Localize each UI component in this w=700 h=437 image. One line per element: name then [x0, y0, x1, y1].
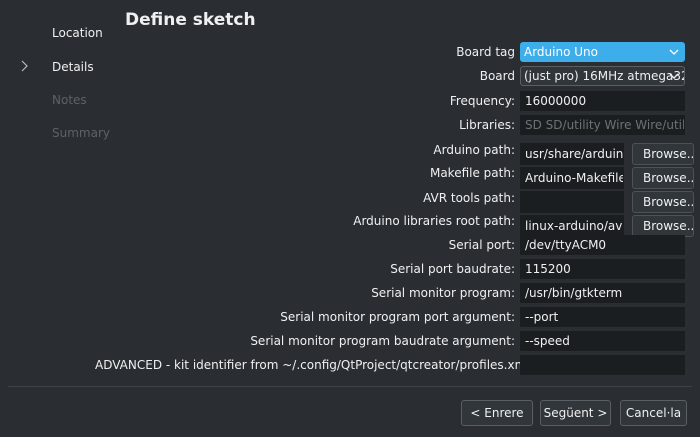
board-label: Board [479, 69, 515, 83]
arduino-libraries-root-path-input[interactable]: linux-arduino/avr [520, 215, 624, 237]
kit-identifier-input[interactable] [520, 355, 685, 375]
libraries-label: Libraries: [459, 118, 515, 132]
libraries-input[interactable]: SD SD/utility Wire Wire/utility [520, 115, 685, 135]
serial-monitor-baudrate-argument-label: Serial monitor program baudrate argument… [250, 334, 515, 348]
next-button[interactable]: Següent > [540, 400, 611, 426]
makefile-path-input[interactable]: Arduino-Makefile [520, 167, 624, 189]
page-title: Define sketch [125, 10, 256, 30]
serial-monitor-baudrate-argument-input[interactable]: --speed [520, 331, 685, 351]
arduino-path-label: Arduino path: [433, 143, 515, 157]
board-tag-select[interactable]: Arduino Uno [520, 42, 685, 62]
frequency-label: Frequency: [449, 94, 515, 108]
footer-divider [8, 386, 692, 387]
serial-port-input[interactable]: /dev/ttyACM0 [520, 235, 685, 255]
arduino-libraries-root-path-browse-button[interactable]: Browse... [632, 215, 694, 237]
arduino-path-input[interactable]: usr/share/arduino [520, 143, 624, 165]
sidebar-item-location: Location [52, 26, 103, 40]
chevron-down-icon [669, 73, 679, 79]
avr-tools-path-label: AVR tools path: [423, 191, 515, 205]
back-button[interactable]: < Enrere [461, 400, 533, 426]
makefile-path-browse-button[interactable]: Browse... [632, 167, 694, 189]
board-tag-label: Board tag [456, 45, 515, 59]
serial-port-baudrate-input[interactable]: 115200 [520, 259, 685, 279]
board-value: (just pro) 16MHz atmega328 [524, 69, 685, 83]
makefile-path-label: Makefile path: [429, 166, 515, 180]
board-tag-value: Arduino Uno [524, 45, 598, 59]
chevron-right-icon [21, 60, 28, 72]
cancel-button[interactable]: Cancel·la [620, 400, 687, 426]
chevron-down-icon [669, 49, 679, 55]
sidebar-item-notes: Notes [52, 93, 87, 107]
serial-monitor-port-argument-label: Serial monitor program port argument: [280, 310, 515, 324]
arduino-path-browse-button[interactable]: Browse... [632, 143, 694, 165]
frequency-input[interactable]: 16000000 [520, 91, 685, 111]
serial-monitor-port-argument-input[interactable]: --port [520, 307, 685, 327]
avr-tools-path-input[interactable] [520, 191, 624, 213]
serial-port-label: Serial port: [448, 238, 515, 252]
avr-tools-path-browse-button[interactable]: Browse... [632, 191, 694, 213]
sidebar-item-details: Details [52, 60, 94, 74]
board-select[interactable]: (just pro) 16MHz atmega328 [520, 66, 685, 86]
serial-port-baudrate-label: Serial port baudrate: [390, 262, 515, 276]
arduino-libraries-root-path-label: Arduino libraries root path: [353, 214, 515, 228]
serial-monitor-program-input[interactable]: /usr/bin/gtkterm [520, 283, 685, 303]
serial-monitor-program-label: Serial monitor program: [371, 286, 515, 300]
kit-identifier-label: ADVANCED - kit identifier from ~/.config… [95, 358, 534, 372]
